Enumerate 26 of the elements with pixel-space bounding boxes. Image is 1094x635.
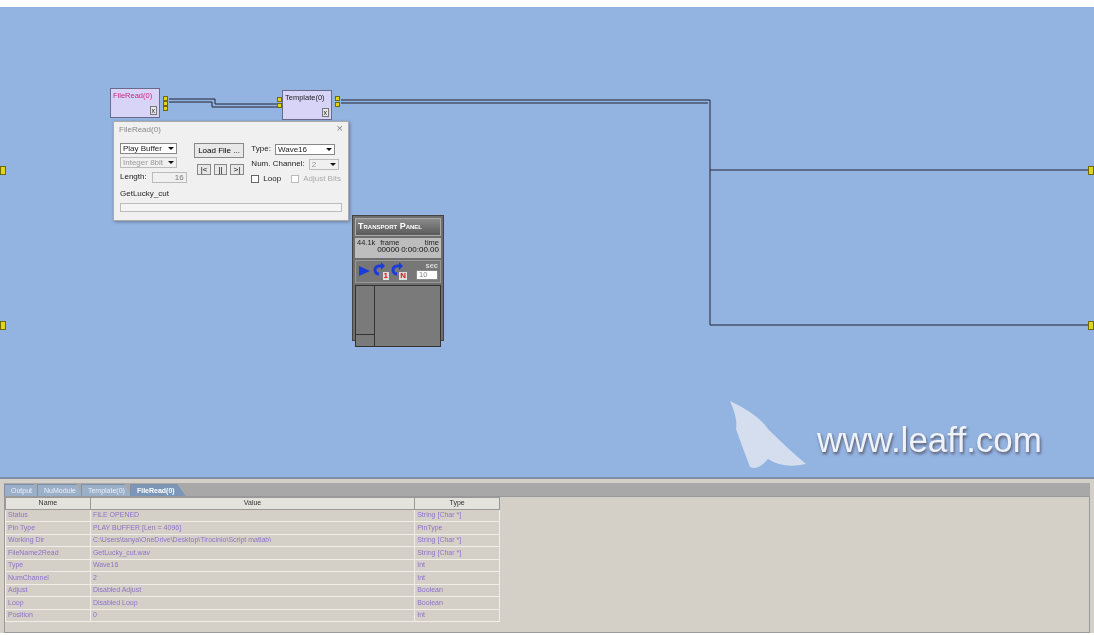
connector-pin bbox=[0, 166, 6, 175]
panel-title: Transport Panel bbox=[355, 218, 441, 236]
type-label: Type: bbox=[251, 143, 271, 155]
file-name: GetLucky_cut bbox=[120, 188, 170, 200]
loop-checkbox[interactable] bbox=[251, 175, 260, 183]
repeat-count: 1 bbox=[382, 272, 389, 280]
connector-pin bbox=[1088, 166, 1094, 175]
checkbox-label: Adjust Bits bbox=[303, 173, 341, 185]
repeat-count: N bbox=[399, 272, 407, 280]
connector-pin bbox=[1088, 321, 1094, 330]
repeat-icon[interactable] bbox=[373, 262, 385, 276]
dialog-title: FileRead(0) bbox=[119, 124, 161, 136]
time-counter: 0:00:00.00 bbox=[401, 245, 439, 253]
mode-dropdown[interactable]: Play Buffer bbox=[120, 143, 177, 154]
type-dropdown[interactable]: Wave16 bbox=[274, 143, 335, 155]
checkbox-label: Loop bbox=[263, 173, 282, 185]
logo-text: www.leaff.com bbox=[817, 422, 1042, 457]
length-field[interactable]: 16 bbox=[151, 171, 187, 183]
load-file-button[interactable]: Load File ... bbox=[193, 143, 245, 158]
transport-button[interactable]: >| bbox=[229, 164, 245, 175]
transport-button[interactable]: || bbox=[214, 164, 227, 175]
length-label: Length: bbox=[120, 171, 147, 183]
channel-label: Num. Channel: bbox=[251, 158, 305, 170]
transport-button[interactable]: |< bbox=[196, 164, 212, 175]
connector-pin bbox=[0, 321, 6, 330]
frame-counter: 00000 bbox=[377, 245, 400, 253]
